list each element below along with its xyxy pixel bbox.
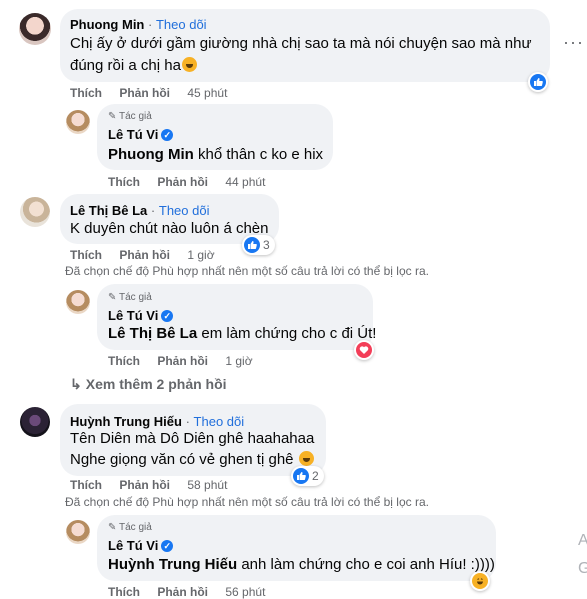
mentioned-user-link[interactable]: Huỳnh Trung Hiếu bbox=[108, 556, 237, 573]
reply-text: Lê Thị Bê La em làm chứng cho c đi Út! bbox=[108, 325, 376, 342]
reply-button[interactable]: Phản hồi bbox=[119, 478, 170, 492]
reply-text: Phuong Min khổ thân c ko e hix bbox=[108, 146, 323, 163]
timestamp[interactable]: 58 phút bbox=[187, 478, 227, 492]
reply-button[interactable]: Phản hồi bbox=[119, 86, 170, 100]
reaction-summary[interactable] bbox=[470, 571, 490, 591]
timestamp[interactable]: 1 giờ bbox=[225, 354, 252, 368]
reply-button[interactable]: Phản hồi bbox=[157, 354, 208, 368]
avatar-huynh-trung-hieu[interactable] bbox=[20, 407, 50, 437]
reaction-count: 3 bbox=[263, 238, 270, 252]
commenter-name[interactable]: Phuong Min · Theo dõi bbox=[70, 17, 207, 32]
like-button[interactable]: Thích bbox=[108, 175, 140, 189]
comment-text: Tên Diên mà Dô Diên ghê haahahaa bbox=[70, 430, 315, 447]
avatar-phuong-min[interactable] bbox=[19, 13, 51, 45]
reply-arrow-icon: ↳ bbox=[70, 376, 82, 392]
like-button[interactable]: Thích bbox=[70, 248, 102, 262]
follow-link[interactable]: Theo dõi bbox=[156, 17, 207, 32]
avatar-le-tu-vi[interactable] bbox=[66, 110, 90, 134]
commenter-name[interactable]: Lê Tú Vi ✓ bbox=[108, 127, 174, 142]
laughing-emoji-icon bbox=[181, 57, 197, 72]
comment-actions: Thích Phản hồi 45 phút bbox=[70, 86, 241, 100]
reply-text-content: em làm chứng cho c đi Út! bbox=[197, 325, 377, 342]
author-badge: ✎ Tác giả bbox=[108, 292, 152, 303]
timestamp[interactable]: 45 phút bbox=[187, 86, 227, 100]
reaction-count: 2 bbox=[312, 469, 319, 483]
reply-text-content: anh làm chứng cho e coi anh Híu! :)))) bbox=[237, 556, 495, 573]
commenter-name-text[interactable]: Lê Tú Vi bbox=[108, 127, 158, 142]
verified-icon: ✓ bbox=[161, 540, 174, 552]
pencil-icon: ✎ bbox=[108, 292, 117, 303]
reply-text: Huỳnh Trung Hiếu anh làm chứng cho e coi… bbox=[108, 556, 495, 573]
like-reaction-icon bbox=[293, 468, 309, 484]
commenter-name-text[interactable]: Lê Tú Vi bbox=[108, 308, 158, 323]
like-button[interactable]: Thích bbox=[70, 478, 102, 492]
more-options-icon[interactable]: ··· bbox=[563, 32, 584, 53]
commenter-name-text[interactable]: Huỳnh Trung Hiếu bbox=[70, 414, 182, 429]
filter-notice: Đã chọn chế độ Phù hợp nhất nên một số c… bbox=[65, 264, 429, 278]
commenter-name-text[interactable]: Phuong Min bbox=[70, 17, 144, 32]
author-badge: ✎ Tác giả bbox=[108, 111, 152, 122]
verified-icon: ✓ bbox=[161, 310, 174, 322]
commenter-name-text[interactable]: Lê Tú Vi bbox=[108, 538, 158, 553]
reply-button[interactable]: Phản hồi bbox=[119, 248, 170, 262]
reply-actions: Thích Phản hồi 44 phút bbox=[108, 175, 279, 189]
haha-reaction-icon bbox=[472, 573, 488, 589]
laughing-emoji-icon bbox=[298, 451, 314, 466]
like-button[interactable]: Thích bbox=[70, 86, 102, 100]
verified-icon: ✓ bbox=[161, 129, 174, 141]
timestamp[interactable]: 1 giờ bbox=[187, 248, 214, 262]
clipped-edge-text: A bbox=[578, 532, 587, 549]
see-more-replies-link[interactable]: ↳ Xem thêm 2 phản hồi bbox=[70, 376, 227, 393]
reaction-summary[interactable] bbox=[528, 72, 548, 92]
author-badge: ✎ Tác giả bbox=[108, 522, 152, 533]
reply-button[interactable]: Phản hồi bbox=[157, 175, 208, 189]
timestamp[interactable]: 44 phút bbox=[225, 175, 265, 189]
reaction-summary[interactable] bbox=[354, 340, 374, 360]
commenter-name[interactable]: Huỳnh Trung Hiếu · Theo dõi bbox=[70, 414, 244, 429]
reaction-summary[interactable]: 2 bbox=[291, 466, 324, 486]
pencil-icon: ✎ bbox=[108, 522, 117, 533]
follow-link[interactable]: Theo dõi bbox=[194, 414, 245, 429]
avatar-le-thi-be-la[interactable] bbox=[20, 197, 50, 227]
comment-text: Nghe giọng văn có vẻ ghen tị ghê bbox=[70, 451, 314, 468]
commenter-name[interactable]: Lê Tú Vi ✓ bbox=[108, 538, 174, 553]
separator-dot: · bbox=[150, 203, 156, 218]
pencil-icon: ✎ bbox=[108, 111, 117, 122]
comment-actions: Thích Phản hồi 1 giờ bbox=[70, 248, 229, 262]
avatar-le-tu-vi[interactable] bbox=[66, 290, 90, 314]
see-more-replies-label[interactable]: Xem thêm 2 phản hồi bbox=[86, 376, 227, 392]
comment-text: K duyên chút nào luôn á chèn bbox=[70, 220, 269, 237]
love-reaction-icon bbox=[356, 342, 372, 358]
commenter-name[interactable]: Lê Tú Vi ✓ bbox=[108, 308, 174, 323]
commenter-name[interactable]: Lê Thị Bê La · Theo dõi bbox=[70, 203, 209, 218]
like-button[interactable]: Thích bbox=[108, 354, 140, 368]
comment-text: Chị ấy ở dưới gầm giường nhà chị sao ta … bbox=[70, 35, 532, 52]
reaction-summary[interactable]: 3 bbox=[242, 235, 275, 255]
separator-dot: · bbox=[185, 414, 190, 429]
follow-link[interactable]: Theo dõi bbox=[159, 203, 210, 218]
author-badge-label: Tác giả bbox=[119, 292, 152, 303]
commenter-name-text[interactable]: Lê Thị Bê La bbox=[70, 203, 147, 218]
mentioned-user-link[interactable]: Lê Thị Bê La bbox=[108, 325, 197, 342]
comment-text: đúng rồi a chị ha bbox=[70, 57, 197, 74]
like-reaction-icon bbox=[530, 74, 546, 90]
comment-text-line: đúng rồi a chị ha bbox=[70, 57, 181, 74]
filter-notice: Đã chọn chế độ Phù hợp nhất nên một số c… bbox=[65, 495, 429, 509]
avatar-le-tu-vi[interactable] bbox=[66, 520, 90, 544]
reply-text-content: khổ thân c ko e hix bbox=[193, 146, 324, 163]
reply-actions: Thích Phản hồi 1 giờ bbox=[108, 354, 267, 368]
comment-actions: Thích Phản hồi 58 phút bbox=[70, 478, 241, 492]
author-badge-label: Tác giả bbox=[119, 522, 152, 533]
author-badge-label: Tác giả bbox=[119, 111, 152, 122]
mentioned-user-link[interactable]: Phuong Min bbox=[108, 146, 194, 163]
like-reaction-icon bbox=[244, 237, 260, 253]
separator-dot: · bbox=[148, 17, 153, 32]
comment-text-line: Nghe giọng văn có vẻ ghen tị ghê bbox=[70, 451, 294, 468]
clipped-edge-text: G bbox=[578, 560, 587, 577]
